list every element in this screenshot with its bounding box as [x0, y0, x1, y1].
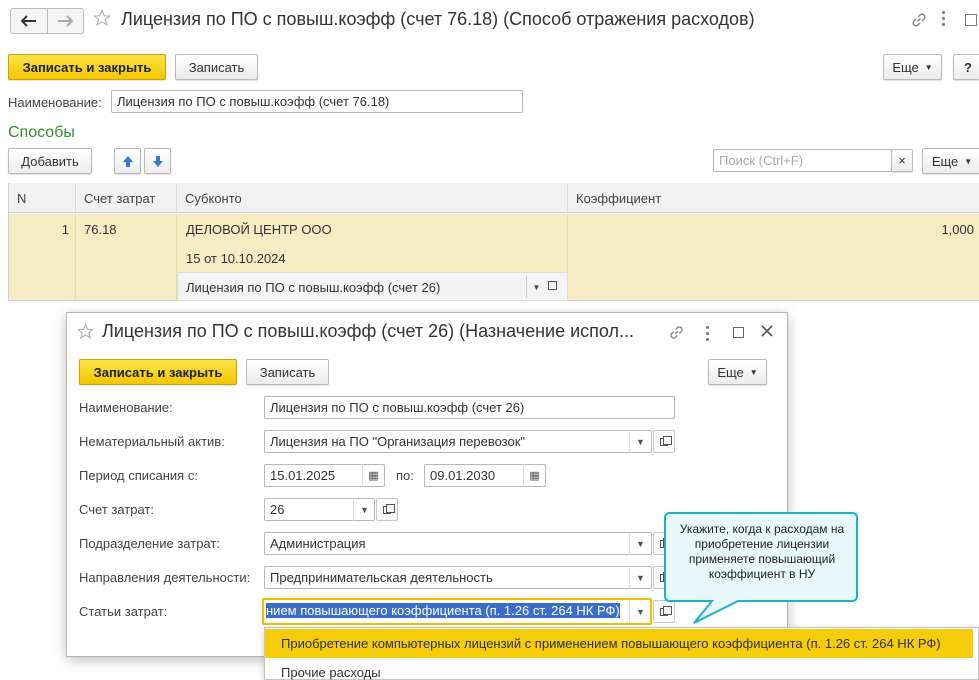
- dialog-more-button[interactable]: Еще ▼: [708, 359, 767, 385]
- forward-icon[interactable]: [48, 9, 84, 33]
- column-header-subconto[interactable]: Субконто: [177, 183, 568, 213]
- more-actions-icon[interactable]: [942, 11, 946, 27]
- dialog-maximize-icon[interactable]: [733, 327, 744, 338]
- column-header-account[interactable]: Счет затрат: [76, 183, 177, 213]
- dept-field[interactable]: Администрация: [264, 532, 652, 555]
- open-icon[interactable]: [548, 281, 557, 290]
- chevron-down-icon[interactable]: ▼: [526, 276, 546, 298]
- chevron-down-icon: ▼: [924, 62, 933, 72]
- chevron-down-icon: ▼: [964, 156, 973, 166]
- dialog-title: Лицензия по ПО с повыш.коэфф (счет 26) (…: [102, 321, 635, 341]
- more-label: Еще: [892, 59, 919, 75]
- period-to-label: по:: [396, 468, 414, 483]
- activity-label: Направления деятельности:: [79, 570, 251, 585]
- favorite-star-icon[interactable]: [93, 9, 111, 30]
- arrow-up-icon: [122, 155, 133, 167]
- dept-label: Подразделение затрат:: [79, 536, 220, 551]
- calendar-icon[interactable]: ▦: [523, 464, 545, 487]
- chevron-down-icon[interactable]: ▼: [629, 566, 651, 589]
- chevron-down-icon[interactable]: ▼: [629, 430, 651, 453]
- asset-label: Нематериальный актив:: [79, 434, 225, 449]
- row-number: 1: [61, 222, 69, 237]
- open-icon: [660, 435, 672, 446]
- save-close-button[interactable]: Записать и закрыть: [8, 54, 166, 80]
- dialog-more-actions-icon[interactable]: [706, 326, 710, 342]
- dialog-name-field[interactable]: Лицензия по ПО с повыш.коэфф (счет 26): [264, 396, 675, 419]
- more-button[interactable]: Еще ▼: [883, 54, 942, 80]
- activity-field[interactable]: Предпринимательская деятельность: [264, 566, 652, 589]
- column-header-n[interactable]: N: [9, 183, 76, 213]
- dialog-more-label: Еще: [717, 364, 744, 380]
- row-subconto-1: ДЕЛОВОЙ ЦЕНТР ООО: [186, 222, 332, 237]
- asset-open-button[interactable]: [653, 430, 675, 453]
- back-icon[interactable]: [11, 9, 48, 33]
- dialog-save-close-button[interactable]: Записать и закрыть: [79, 359, 237, 385]
- row-subconto-2: 15 от 10.10.2024: [186, 251, 286, 266]
- row-coef: 1,000: [941, 222, 974, 237]
- dialog-save-button[interactable]: Записать: [246, 359, 329, 385]
- dropdown-option-selected[interactable]: Приобретение компьютерных лицензий с при…: [265, 629, 973, 658]
- account-open-button[interactable]: [376, 498, 398, 521]
- dialog-close-icon[interactable]: [760, 324, 774, 341]
- help-button[interactable]: ?: [953, 54, 979, 80]
- name-label: Наименование:: [8, 95, 102, 110]
- open-icon: [383, 503, 395, 514]
- subconto-edit-value: Лицензия по ПО с повыш.коэфф (счет 26): [186, 280, 441, 295]
- name-field[interactable]: Лицензия по ПО с повыш.коэфф (счет 76.18…: [111, 90, 523, 113]
- arrow-down-icon: [152, 155, 163, 167]
- chevron-down-icon[interactable]: ▼: [629, 600, 651, 623]
- nav-buttons: [10, 8, 84, 34]
- chevron-down-icon: ▼: [749, 367, 758, 377]
- subconto-edit-field[interactable]: Лицензия по ПО с повыш.коэфф (счет 26) ▼: [177, 272, 568, 301]
- dropdown-option[interactable]: Прочие расходы: [281, 665, 381, 680]
- table-more-label: Еще: [931, 153, 959, 169]
- period-label: Период списания с:: [79, 468, 198, 483]
- row-account: 76.18: [84, 222, 117, 237]
- page-title: Лицензия по ПО с повыш.коэфф (счет 76.18…: [121, 9, 755, 29]
- dialog-favorite-star-icon[interactable]: [77, 323, 94, 343]
- expense-field[interactable]: нием повышающего коэффициента (п. 1.26 с…: [262, 598, 652, 625]
- link-icon[interactable]: [910, 11, 928, 32]
- asset-field[interactable]: Лицензия на ПО "Организация перевозок": [264, 430, 652, 453]
- maximize-icon[interactable]: [965, 14, 977, 26]
- account-label: Счет затрат:: [79, 502, 154, 517]
- clear-search-button[interactable]: ×: [891, 149, 913, 172]
- move-down-button[interactable]: [144, 148, 171, 174]
- table-more-button[interactable]: Еще ▼: [922, 148, 979, 174]
- dialog-link-icon[interactable]: [668, 324, 685, 344]
- dialog-name-label: Наименование:: [79, 400, 173, 415]
- section-title: Способы: [8, 124, 75, 141]
- expense-label: Статьи затрат:: [79, 604, 168, 619]
- add-button[interactable]: Добавить: [8, 148, 92, 174]
- chevron-down-icon[interactable]: ▼: [629, 532, 651, 555]
- move-up-button[interactable]: [114, 148, 141, 174]
- calendar-icon[interactable]: ▦: [362, 464, 384, 487]
- search-input[interactable]: Поиск (Ctrl+F): [713, 149, 892, 172]
- expense-selected-text: нием повышающего коэффициента (п. 1.26 с…: [266, 603, 620, 618]
- save-button[interactable]: Записать: [175, 54, 258, 80]
- chevron-down-icon[interactable]: ▼: [353, 498, 375, 521]
- tooltip-text: Укажите, когда к расходам на приобретени…: [679, 522, 845, 581]
- column-header-coef[interactable]: Коэффициент: [568, 183, 979, 213]
